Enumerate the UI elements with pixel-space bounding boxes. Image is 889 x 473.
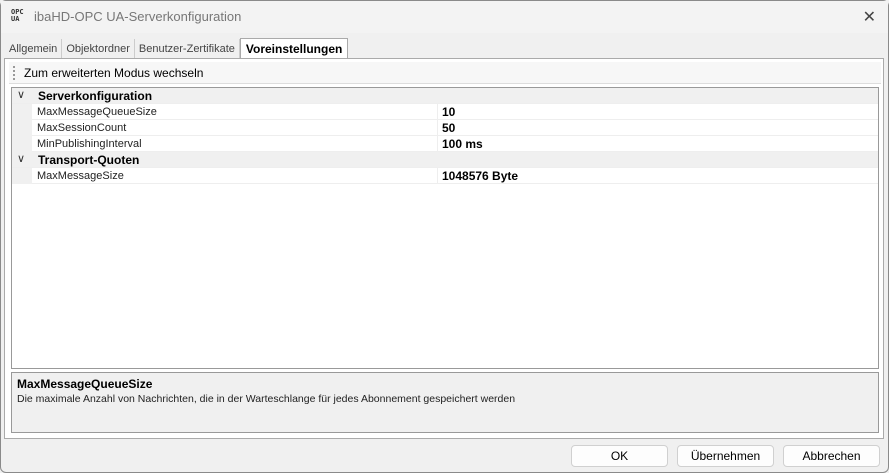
property-row[interactable]: MinPublishingInterval 100 ms	[12, 136, 878, 152]
chevron-down-icon[interactable]: ∨	[17, 88, 25, 101]
row-gutter	[12, 136, 32, 152]
advanced-mode-button[interactable]: Zum erweiterten Modus wechseln	[24, 66, 203, 80]
description-title: MaxMessageQueueSize	[17, 377, 153, 391]
property-value[interactable]: 1048576 Byte	[442, 169, 518, 183]
property-value[interactable]: 10	[442, 105, 455, 119]
row-gutter	[12, 120, 32, 136]
description-panel: MaxMessageQueueSize Die maximale Anzahl …	[11, 372, 879, 433]
property-value[interactable]: 50	[442, 121, 455, 135]
window-title: ibaHD-OPC UA-Serverkonfiguration	[34, 9, 242, 24]
property-name: MaxMessageSize	[37, 170, 124, 182]
category-name: Serverkonfiguration	[38, 89, 153, 103]
property-name: MinPublishingInterval	[37, 138, 142, 150]
property-name: MaxMessageQueueSize	[37, 106, 157, 118]
property-row[interactable]: MaxMessageSize 1048576 Byte	[12, 168, 878, 184]
toolbar-grip-icon	[13, 66, 15, 80]
opc-ua-logo-icon: OPC UA	[11, 8, 24, 23]
column-divider	[437, 120, 438, 136]
dialog-window: OPC UA ibaHD-OPC UA-Serverkonfiguration ✕…	[0, 0, 889, 473]
column-divider	[437, 136, 438, 152]
property-value[interactable]: 100 ms	[442, 137, 483, 151]
toolbar: Zum erweiterten Modus wechseln	[9, 62, 881, 84]
tab-panel: Zum erweiterten Modus wechseln ∨ Serverko…	[4, 58, 884, 439]
property-grid: ∨ Serverkonfiguration MaxMessageQueueSize…	[11, 87, 879, 369]
row-gutter	[12, 104, 32, 120]
category-name: Transport-Quoten	[38, 153, 140, 167]
category-row[interactable]: ∨ Transport-Quoten	[12, 152, 878, 168]
property-row[interactable]: MaxMessageQueueSize 10	[12, 104, 878, 120]
tab-benutzer-zertifikate[interactable]: Benutzer-Zertifikate	[135, 39, 240, 59]
chevron-down-icon[interactable]: ∨	[17, 152, 25, 165]
apply-button[interactable]: Übernehmen	[677, 445, 774, 467]
close-icon[interactable]: ✕	[863, 7, 876, 27]
row-gutter	[12, 168, 32, 184]
column-divider	[437, 104, 438, 120]
cancel-button[interactable]: Abbrechen	[783, 445, 880, 467]
tab-objektordner[interactable]: Objektordner	[62, 39, 135, 59]
title-bar: OPC UA ibaHD-OPC UA-Serverkonfiguration ✕	[1, 1, 888, 33]
column-divider	[437, 168, 438, 184]
tab-allgemein[interactable]: Allgemein	[5, 39, 63, 59]
tab-voreinstellungen[interactable]: Voreinstellungen	[239, 38, 349, 59]
tab-bar: Allgemein Objektordner Benutzer-Zertifik…	[5, 38, 349, 59]
property-row[interactable]: MaxSessionCount 50	[12, 120, 878, 136]
description-text: Die maximale Anzahl von Nachrichten, die…	[17, 393, 516, 405]
property-name: MaxSessionCount	[37, 122, 127, 134]
ok-button[interactable]: OK	[571, 445, 668, 467]
category-row[interactable]: ∨ Serverkonfiguration	[12, 88, 878, 104]
